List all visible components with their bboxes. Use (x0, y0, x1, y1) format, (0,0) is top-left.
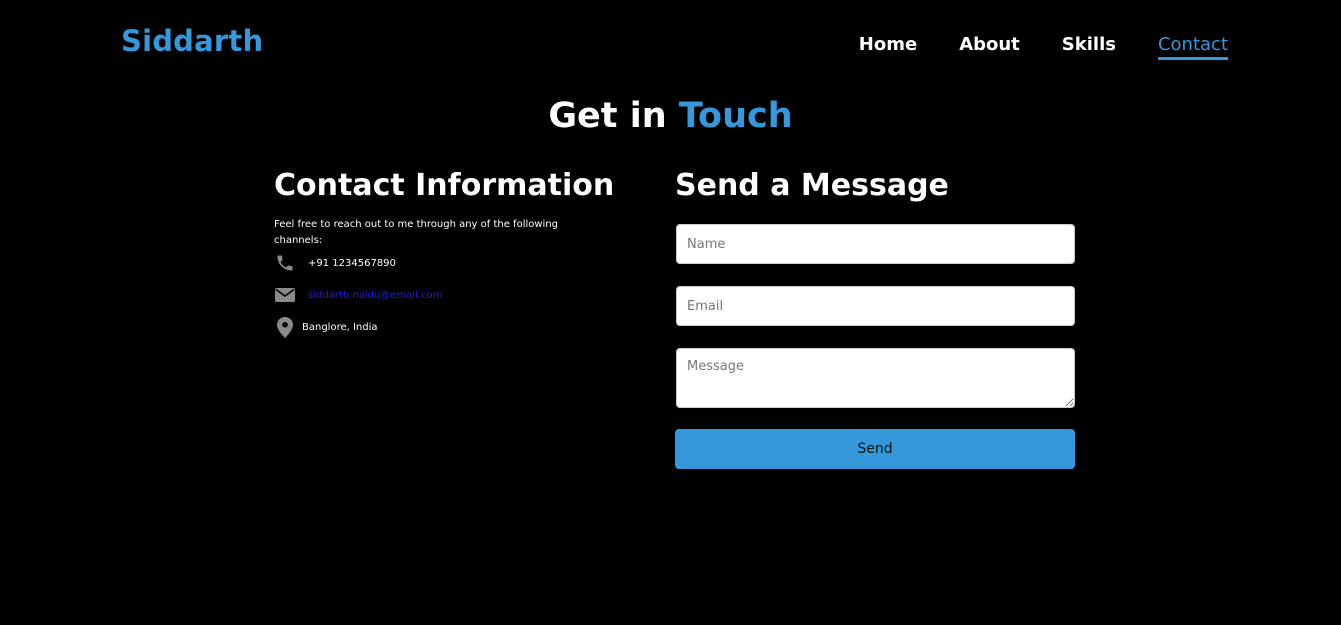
nav-about-link[interactable]: About (959, 34, 1020, 57)
phone-icon (274, 252, 296, 274)
contact-form: Send (675, 224, 1075, 469)
nav-links: Home About Skills Contact (859, 34, 1229, 60)
send-message-title: Send a Message (675, 168, 949, 203)
send-message-section: Send a Message Send (675, 168, 1075, 469)
phone-row: +91 1234567890 (274, 252, 396, 274)
send-button[interactable]: Send (675, 429, 1075, 469)
nav-contact-link[interactable]: Contact (1157, 34, 1229, 60)
location-row: Banglore, India (274, 316, 378, 338)
message-field[interactable] (676, 348, 1075, 408)
name-field[interactable] (676, 224, 1075, 264)
envelope-icon (274, 284, 296, 306)
map-pin-icon (274, 316, 296, 338)
location-text: Banglore, India (302, 321, 378, 333)
page-title-prefix: Get in (548, 96, 667, 136)
email-field[interactable] (676, 286, 1075, 326)
page-title: Get in Touch (0, 96, 1341, 136)
nav-skills-link[interactable]: Skills (1062, 34, 1116, 57)
contact-information-section: Contact Information Feel free to reach o… (274, 168, 615, 338)
email-link[interactable]: siddarth.naidu@email.com (308, 290, 442, 301)
phone-number: +91 1234567890 (308, 257, 396, 269)
email-row: siddarth.naidu@email.com (274, 284, 442, 306)
brand-logo-link[interactable]: Siddarth (121, 24, 263, 58)
contact-information-title: Contact Information (274, 168, 615, 203)
contact-intro-text: Feel free to reach out to me through any… (274, 219, 559, 246)
nav-home-link[interactable]: Home (859, 34, 917, 57)
page-title-accent: Touch (678, 96, 793, 136)
navbar: Siddarth Home About Skills Contact (0, 0, 1341, 90)
